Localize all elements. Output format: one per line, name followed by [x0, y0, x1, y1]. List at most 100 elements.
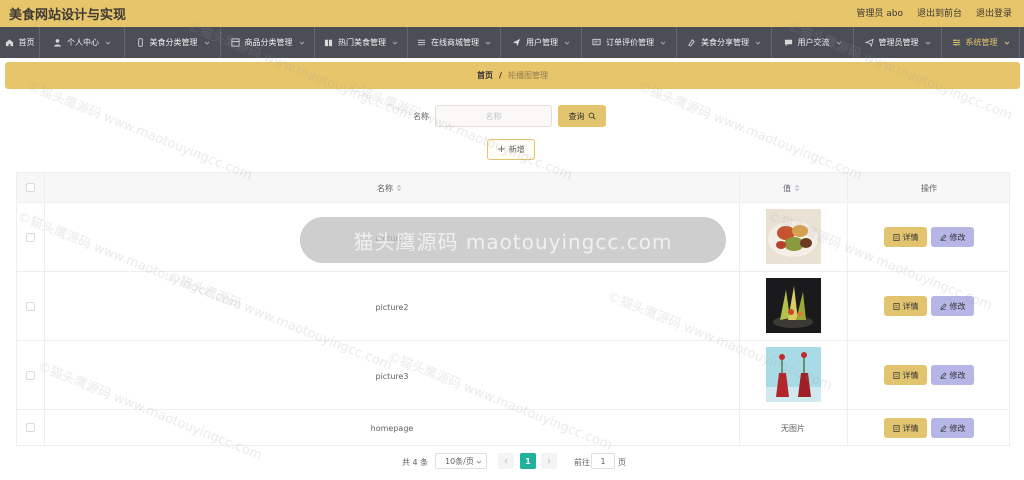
page-size-select[interactable]: 10条/页	[435, 453, 487, 469]
document-icon	[893, 371, 899, 379]
nav-item-label: 系统管理	[965, 38, 998, 47]
row-checkbox[interactable]	[26, 371, 35, 380]
chevron-down-icon	[564, 40, 570, 46]
detail-button-label: 详情	[902, 232, 919, 242]
nav-item-product-category[interactable]: 商品分类管理	[221, 27, 315, 58]
table-row: picture3 详情 修改	[17, 341, 1009, 410]
chevron-right-icon	[547, 458, 551, 464]
goto-unit: 页	[618, 458, 626, 467]
nav-item-label: 个人中心	[67, 38, 99, 47]
food-image[interactable]	[765, 209, 821, 264]
page-size-value: 10条/页	[445, 456, 474, 466]
edit-icon	[939, 233, 947, 241]
column-header-value-label: 值	[783, 184, 791, 193]
nav-item-food-share[interactable]: 美食分享管理	[677, 27, 772, 58]
add-button-label: 新增	[508, 145, 525, 154]
detail-button[interactable]: 详情	[884, 418, 927, 438]
top-header: 美食网站设计与实现 管理员 abo 退出到前台 退出登录	[0, 0, 1024, 27]
nav-item-label: 热门美食管理	[338, 38, 386, 47]
breadcrumb-separator: /	[499, 71, 502, 80]
edit-button[interactable]: 修改	[931, 296, 974, 316]
list-icon	[417, 38, 426, 47]
nav-item-hot-food[interactable]: 热门美食管理	[315, 27, 408, 58]
nav-item-label: 首页	[18, 38, 35, 47]
prev-page-button[interactable]	[498, 453, 514, 469]
nav-item-food-category[interactable]: 美食分类管理	[125, 27, 221, 58]
edit-icon	[939, 371, 947, 379]
watermark-text: ©猫头鹰源码 www.maotouyingcc.com	[345, 79, 575, 184]
chevron-down-icon	[476, 460, 482, 464]
nav-item-user-management[interactable]: 用户管理	[501, 27, 582, 58]
nav-item-label: 用户交流	[797, 38, 830, 47]
nav-item-system-management[interactable]: 系统管理	[942, 27, 1020, 58]
search-button[interactable]: 查询	[558, 105, 606, 127]
edit-button[interactable]: 修改	[931, 418, 974, 438]
page-number-current[interactable]: 1	[520, 453, 536, 469]
sort-icon	[396, 184, 402, 192]
nav-item-user-exchange[interactable]: 用户交流	[772, 27, 854, 58]
detail-button[interactable]: 详情	[884, 296, 927, 316]
nav-item-label: 订单评价管理	[606, 38, 654, 47]
grid-icon	[230, 38, 240, 47]
pagination-total: 共 4 条	[402, 458, 429, 467]
exit-to-front-link[interactable]: 退出到前台	[917, 6, 962, 19]
search-input[interactable]	[435, 105, 552, 127]
site-title: 美食网站设计与实现	[9, 8, 127, 23]
plane-icon	[864, 38, 874, 47]
goto-label: 前往	[574, 458, 590, 467]
nav-item-label: 美食分享管理	[701, 38, 749, 47]
document-icon	[893, 424, 899, 432]
row-name: picture3	[375, 372, 409, 381]
nav-item-order-review[interactable]: 订单评价管理	[582, 27, 677, 58]
row-checkbox[interactable]	[26, 423, 35, 432]
watermark-text: ©猫头鹰源码 www.maotouyingcc.com	[635, 79, 865, 184]
pagination: 共 4 条 10条/页 1 前往 页	[0, 453, 1024, 469]
chevron-down-icon	[392, 40, 398, 46]
row-value	[739, 278, 847, 333]
food-image[interactable]	[765, 347, 821, 402]
nav-item-personal-center[interactable]: 个人中心	[40, 27, 125, 58]
edit-button-label: 修改	[949, 232, 966, 242]
detail-button[interactable]: 详情	[884, 365, 927, 385]
row-name: homepage	[370, 424, 414, 433]
nav-item-online-mall[interactable]: 在线商城管理	[408, 27, 501, 58]
chevron-down-icon	[204, 40, 210, 46]
next-page-button[interactable]	[541, 453, 557, 469]
row-name: picture2	[375, 303, 409, 312]
breadcrumb-home[interactable]: 首页	[477, 70, 493, 81]
breadcrumb: 首页 / 轮播图管理	[5, 62, 1020, 89]
table-row: homepage 无图片 详情 修改	[17, 410, 1009, 446]
chevron-down-icon	[1004, 40, 1010, 46]
detail-button-label: 详情	[902, 370, 919, 380]
goto-page-input[interactable]	[591, 453, 615, 469]
nav-item-label: 在线商城管理	[431, 38, 479, 47]
table-header: 名称 值 操作	[17, 173, 1009, 203]
logout-link[interactable]: 退出登录	[976, 6, 1012, 19]
column-header-name[interactable]: 名称	[377, 183, 402, 194]
share-icon	[687, 38, 696, 47]
add-button[interactable]: + 新增	[487, 139, 535, 160]
select-all-checkbox[interactable]	[26, 183, 35, 192]
edit-button[interactable]: 修改	[931, 365, 974, 385]
chevron-down-icon	[299, 40, 305, 46]
edit-button-label: 修改	[949, 370, 966, 380]
chevron-down-icon	[925, 40, 931, 46]
home-icon	[5, 38, 14, 47]
chevron-left-icon	[504, 458, 508, 464]
food-image[interactable]	[765, 278, 821, 333]
row-checkbox[interactable]	[26, 233, 35, 242]
edit-button-label: 修改	[949, 301, 966, 311]
user-icon	[53, 38, 62, 47]
message-icon	[592, 38, 601, 47]
row-checkbox[interactable]	[26, 302, 35, 311]
nav-item-home[interactable]: 首页	[0, 27, 40, 58]
detail-button[interactable]: 详情	[884, 227, 927, 247]
nav-item-admin-management[interactable]: 管理员管理	[854, 27, 942, 58]
edit-button[interactable]: 修改	[931, 227, 974, 247]
nav-item-label: 商品分类管理	[244, 38, 293, 47]
admin-label: 管理员 abo	[856, 9, 903, 19]
chat-icon	[784, 38, 793, 47]
watermark-text: ©猫头鹰源码 www.maotouyingcc.com	[25, 79, 255, 184]
column-header-value[interactable]: 值	[783, 183, 800, 194]
table-row: picture2 详情 修改	[17, 272, 1009, 341]
